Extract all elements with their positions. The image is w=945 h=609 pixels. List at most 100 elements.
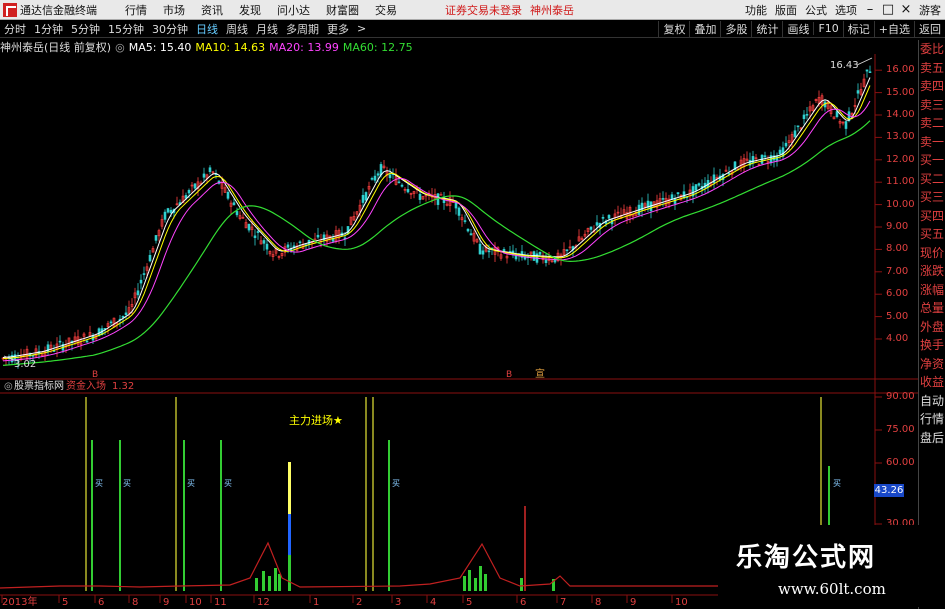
multi-stock-button[interactable]: 多股 (720, 20, 751, 37)
menu-function[interactable]: 功能 (741, 2, 771, 18)
side-panel-item[interactable]: 涨幅 (919, 281, 945, 300)
indicator-bar (278, 574, 281, 591)
ma60-line (2, 120, 871, 366)
candlesticks (1, 65, 872, 369)
candle-body (136, 290, 140, 296)
indicator-value: 1.32 (112, 381, 134, 392)
side-panel-item[interactable]: 买一 (919, 151, 945, 170)
indicator-bar (274, 568, 277, 591)
side-panel-item[interactable]: 卖四 (919, 77, 945, 96)
close-icon[interactable]: × (897, 2, 915, 17)
tab-15min[interactable]: 15分钟 (104, 21, 148, 37)
menu-exchange[interactable]: 市场 (155, 2, 193, 18)
current-stock-link[interactable]: 神州泰岳 (530, 2, 574, 18)
buy-tag: 买 (224, 479, 232, 488)
menu-news[interactable]: 资讯 (193, 2, 231, 18)
menu-formula[interactable]: 公式 (801, 2, 831, 18)
side-panel-item[interactable]: 买五 (919, 225, 945, 244)
candle-body (298, 241, 302, 244)
side-panel-item[interactable]: 卖三 (919, 96, 945, 115)
tab-monthly[interactable]: 月线 (252, 21, 282, 37)
side-panel-item[interactable]: 收益 (919, 373, 945, 392)
side-panel-item[interactable]: 买三 (919, 188, 945, 207)
candle-body (193, 183, 197, 189)
user-label[interactable]: 游客 (915, 2, 945, 18)
title-bar: 通达信金融终端 行情 市场 资讯 发现 问小达 财富圈 交易 证券交易未登录 神… (0, 0, 945, 20)
draw-line-button[interactable]: 画线 (782, 20, 813, 37)
adjust-button[interactable]: 复权 (658, 20, 689, 37)
time-axis-label: 7 (560, 597, 566, 608)
maximize-icon[interactable]: □ (879, 2, 897, 17)
menu-layout[interactable]: 版面 (771, 2, 801, 18)
side-panel-item[interactable]: 卖五 (919, 59, 945, 78)
candle-body (163, 211, 167, 220)
menu-market[interactable]: 行情 (117, 2, 155, 18)
side-panel-item[interactable]: 现价 (919, 244, 945, 263)
back-button[interactable]: 返回 (914, 20, 945, 37)
candle-body (751, 156, 755, 164)
minimize-icon[interactable]: – (861, 2, 879, 17)
time-axis: 2013年 5 6 8 9 10 11 12 1 2 3 4 5 6 7 8 9 10 (1, 595, 688, 608)
side-panel-item[interactable]: 行情 (919, 410, 945, 429)
overlay-button[interactable]: 叠加 (689, 20, 720, 37)
tab-multi-period[interactable]: 多周期 (282, 21, 323, 37)
menu-wealth[interactable]: 财富圈 (318, 2, 367, 18)
side-panel-item[interactable]: 委比 (919, 40, 945, 59)
time-axis-label: 9 (630, 597, 636, 608)
candle-body (457, 207, 461, 216)
tab-5min[interactable]: 5分钟 (67, 21, 104, 37)
indicator-tick-label: 90.00 (886, 391, 915, 402)
login-status[interactable]: 证券交易未登录 (445, 2, 522, 18)
candle-body (232, 202, 236, 206)
candle-body (835, 111, 839, 117)
side-panel-item[interactable]: 买四 (919, 207, 945, 226)
mark-button[interactable]: 标记 (842, 20, 874, 37)
tab-more[interactable]: 更多 (323, 21, 353, 37)
indicator-current-value: 43.26 (874, 484, 904, 497)
chart-area[interactable]: B B 宣 16.43 3.02 ◎ 股票指标网 资金入场 1.32 主力进场★… (0, 38, 918, 609)
side-panel-item[interactable]: 卖二 (919, 114, 945, 133)
indicator-bar (268, 576, 271, 591)
candle-body (187, 190, 191, 194)
side-panel-item[interactable]: 盘后 (919, 429, 945, 448)
indicator-axis: 90.0075.0060.0030.0014:5014:5014:5014:50… (863, 38, 945, 558)
candle-body (697, 183, 701, 186)
candle-body (661, 198, 665, 200)
side-panel-item[interactable]: 净资 (919, 355, 945, 374)
menu-ask[interactable]: 问小达 (269, 2, 318, 18)
time-axis-label: 9 (163, 597, 169, 608)
side-panel-item[interactable]: 自动 (919, 392, 945, 411)
tab-30min[interactable]: 30分钟 (148, 21, 192, 37)
candle-body (796, 125, 800, 128)
statistics-button[interactable]: 统计 (751, 20, 782, 37)
candle-body (595, 222, 599, 226)
menu-discover[interactable]: 发现 (231, 2, 269, 18)
chevron-right-icon[interactable]: > (353, 22, 370, 35)
menu-trade[interactable]: 交易 (367, 2, 405, 18)
indicator-settings-icon[interactable]: ◎ (4, 381, 13, 392)
candle-body (376, 173, 380, 176)
add-favorite-button[interactable]: +自选 (873, 20, 914, 37)
candle-body (694, 184, 698, 191)
f10-button[interactable]: F10 (813, 22, 842, 35)
side-panel-item[interactable]: 总量 (919, 299, 945, 318)
candle-body (58, 340, 62, 343)
buy-tag: 买 (392, 479, 400, 488)
candle-body (256, 231, 260, 233)
side-panel-item[interactable]: 涨跌 (919, 262, 945, 281)
tab-daily[interactable]: 日线 (192, 21, 222, 37)
buy-marker: B (92, 370, 98, 380)
announce-marker: 宣 (535, 367, 545, 380)
time-axis-label: 1 (313, 597, 319, 608)
candle-body (856, 90, 860, 94)
tab-1min[interactable]: 1分钟 (30, 21, 67, 37)
side-panel-item[interactable]: 换手 (919, 336, 945, 355)
tab-weekly[interactable]: 周线 (222, 21, 252, 37)
indicator-bar (474, 578, 477, 591)
tab-minute[interactable]: 分时 (0, 21, 30, 37)
time-axis-label: 11 (214, 597, 227, 608)
menu-options[interactable]: 选项 (831, 2, 861, 18)
side-panel-item[interactable]: 买二 (919, 170, 945, 189)
side-panel-item[interactable]: 卖一 (919, 133, 945, 152)
side-panel-item[interactable]: 外盘 (919, 318, 945, 337)
